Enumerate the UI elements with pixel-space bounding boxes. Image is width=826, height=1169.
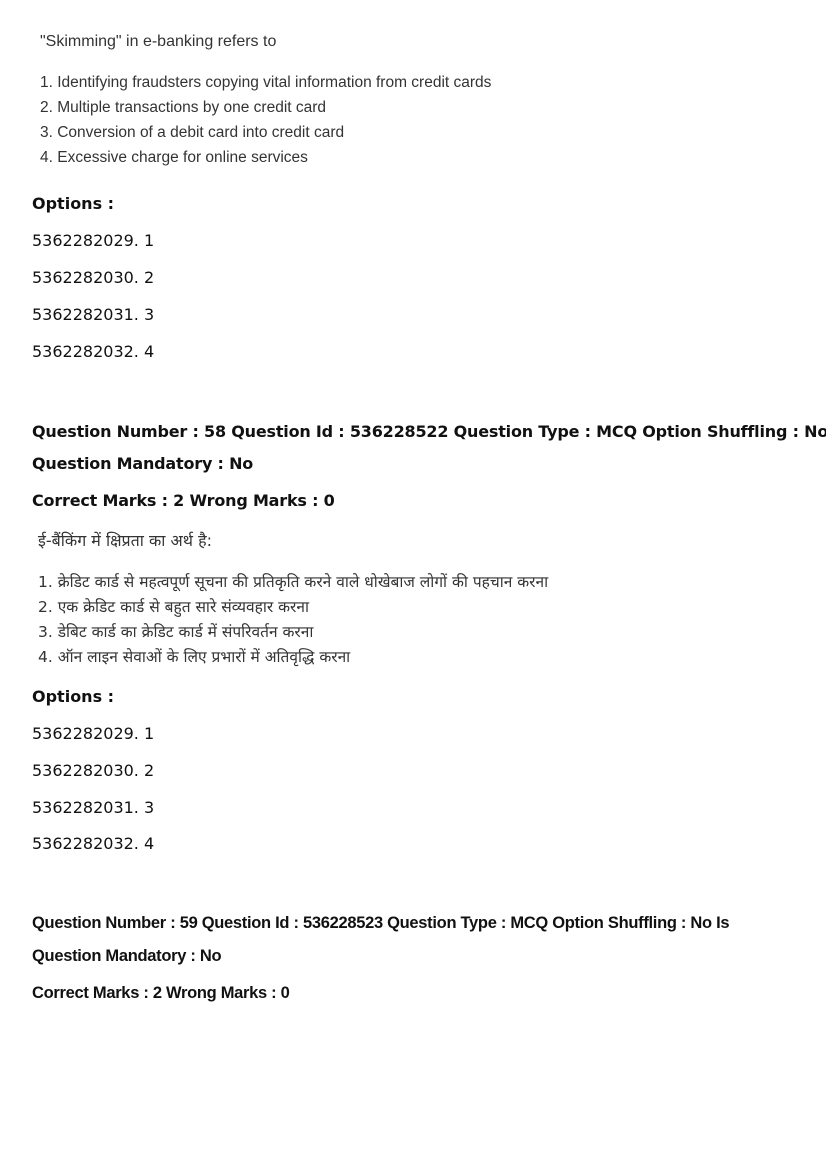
option-item: 5362282032. 4 — [32, 834, 155, 853]
question-marks: Correct Marks : 2 Wrong Marks : 0 — [32, 491, 335, 510]
question-meta-line: Question Number : 58 Question Id : 53622… — [32, 422, 826, 441]
answer-choice: 3. Conversion of a debit card into credi… — [40, 124, 345, 141]
option-item: 5362282031. 3 — [32, 305, 155, 324]
option-item: 5362282032. 4 — [32, 342, 155, 361]
option-item: 5362282029. 1 — [32, 231, 155, 250]
answer-choice-hindi: 4. ऑन लाइन सेवाओं के लिए प्रभारों में अत… — [38, 648, 351, 666]
option-item: 5362282030. 2 — [32, 761, 155, 780]
options-label: Options : — [32, 194, 115, 213]
option-item: 5362282030. 2 — [32, 268, 155, 287]
answer-choice-hindi: 2. एक क्रेडिट कार्ड से बहुत सारे संव्यवह… — [38, 598, 309, 616]
answer-choice-hindi: 3. डेबिट कार्ड का क्रेडिट कार्ड में संपर… — [38, 623, 314, 641]
answer-choice: 2. Multiple transactions by one credit c… — [40, 99, 327, 116]
answer-choice-hindi: 1. क्रेडिट कार्ड से महत्वपूर्ण सूचना की … — [38, 573, 549, 591]
options-label: Options : — [32, 687, 115, 706]
question-stem: "Skimming" in e-banking refers to — [40, 33, 277, 50]
question-stem-hindi: ई-बैंकिंग में क्षिप्रता का अर्थ है: — [38, 531, 212, 550]
option-item: 5362282031. 3 — [32, 798, 155, 817]
answer-choice: 1. Identifying fraudsters copying vital … — [40, 74, 492, 91]
question-marks: Correct Marks : 2 Wrong Marks : 0 — [32, 984, 290, 1002]
question-meta-line: Question Number : 59 Question Id : 53622… — [32, 914, 730, 932]
question-mandatory: Question Mandatory : No — [32, 454, 254, 473]
question-mandatory: Question Mandatory : No — [32, 947, 222, 965]
answer-choice: 4. Excessive charge for online services — [40, 149, 308, 166]
option-item: 5362282029. 1 — [32, 724, 155, 743]
